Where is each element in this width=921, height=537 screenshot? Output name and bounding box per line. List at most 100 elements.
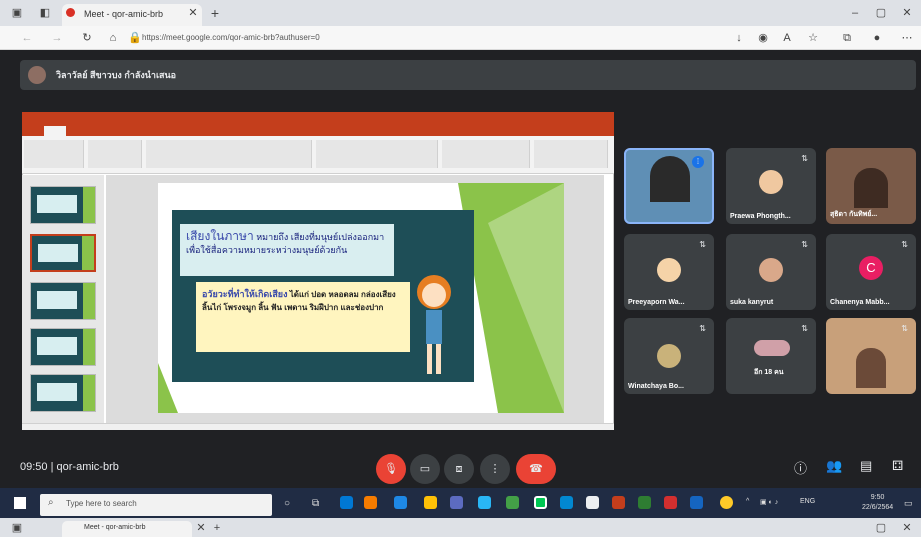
participant-tile[interactable]: ⇅ C Chanenya Mabb... <box>826 234 916 310</box>
edge-icon[interactable] <box>394 496 407 509</box>
participant-tile[interactable]: สุธิดา กันทิพย์... <box>826 148 916 224</box>
tab-title-2: Meet - qor-amic-brb <box>84 524 146 531</box>
others-tile[interactable]: ⇅ อีก 18 คน <box>726 318 816 394</box>
home-icon[interactable]: ⌂ <box>106 31 120 45</box>
thumb-text <box>37 383 77 401</box>
cortana-icon[interactable]: ○ <box>284 498 290 509</box>
app-icon-5[interactable] <box>450 496 463 509</box>
tray-chevron-icon[interactable]: ^ <box>746 498 749 505</box>
thumb-accent <box>83 283 95 319</box>
workspaces-icon[interactable]: ◧ <box>38 6 52 20</box>
others-count: อีก 18 คน <box>754 369 784 376</box>
thumb-text <box>37 337 77 355</box>
url-field[interactable]: https://meet.google.com/qor-amic-brb?aut… <box>142 30 582 46</box>
participant-tile[interactable]: ⁞ <box>624 148 714 224</box>
back-icon[interactable]: ← <box>20 31 34 45</box>
collections-icon[interactable]: ⧉ <box>840 31 854 45</box>
ppt-home-tab <box>44 126 66 136</box>
meeting-code: qor-amic-brb <box>56 461 119 473</box>
read-aloud-icon[interactable]: A <box>780 31 794 45</box>
participant-avatar <box>759 258 783 282</box>
clock-time: 9:50 <box>870 494 885 501</box>
meet-app-icon[interactable] <box>534 496 547 509</box>
microphone-indicator-icon[interactable]: ↓ <box>732 31 746 45</box>
taskbar-search[interactable]: Type here to search <box>40 494 272 516</box>
minimize-icon[interactable]: – <box>848 6 862 20</box>
acrobat-icon[interactable] <box>664 496 677 509</box>
present-button[interactable]: ⧈ <box>444 454 474 484</box>
word-icon[interactable] <box>690 496 703 509</box>
thumb-text <box>37 291 77 309</box>
app-icon-6[interactable] <box>478 496 491 509</box>
app-icon-9[interactable] <box>560 496 573 509</box>
close-tab-icon-2[interactable]: ✕ <box>194 521 208 535</box>
tab-title: Meet - qor-amic-brb <box>84 9 164 19</box>
participant-tile[interactable]: ⇅ <box>826 318 916 394</box>
participant-tile[interactable]: ⇅ suka kanyrut <box>726 234 816 310</box>
profile-icon[interactable]: ● <box>870 31 884 45</box>
participant-tile[interactable]: ⇅ Preeyaporn Wa... <box>624 234 714 310</box>
maximize-icon-2[interactable]: ▢ <box>874 521 888 535</box>
more-options-button[interactable]: ⋮ <box>480 454 510 484</box>
mic-muted-icon: ⇅ <box>801 154 808 163</box>
thumb-accent <box>83 187 95 223</box>
powerpoint-icon[interactable] <box>612 496 625 509</box>
browser-tab-2[interactable]: Meet - qor-amic-brb <box>62 521 192 537</box>
slide-thumbnail <box>30 186 96 224</box>
end-call-button[interactable]: ☎ <box>516 454 556 484</box>
favorite-icon[interactable]: ☆ <box>806 31 820 45</box>
windows-start-icon[interactable] <box>14 497 26 509</box>
mic-toggle-button[interactable]: 🎙 <box>376 454 406 484</box>
camera-indicator-icon[interactable]: ◉ <box>756 31 770 45</box>
slide-thumbnail <box>30 374 96 412</box>
task-view-icon[interactable]: ⧉ <box>312 498 319 509</box>
reload-icon[interactable]: ↻ <box>80 31 94 45</box>
participant-tile[interactable]: ⇅ Praewa Phongth... <box>726 148 816 224</box>
clock-date: 22/6/2564 <box>862 504 894 511</box>
more-icon[interactable]: ⋯ <box>900 31 914 45</box>
window-menu-icon-2[interactable]: ▣ <box>10 521 24 535</box>
notification-icon[interactable]: ▭ <box>904 498 913 509</box>
participant-video <box>854 168 888 208</box>
excel-icon[interactable] <box>638 496 651 509</box>
ppt-clipboard-group <box>24 140 84 168</box>
search-icon: ⌕ <box>48 497 54 508</box>
close-window-icon[interactable]: ✕ <box>900 6 914 20</box>
people-icon[interactable]: 👥 <box>826 458 842 474</box>
participant-avatar: C <box>859 256 883 280</box>
new-tab-button[interactable]: + <box>208 6 222 20</box>
participant-tile[interactable]: ⇅ Winatchaya Bo... <box>624 318 714 394</box>
meeting-time: 09:50 | qor-amic-brb <box>20 461 119 473</box>
recording-dot-icon <box>66 8 75 17</box>
taskbar-clock[interactable]: 9:50 22/6/2564 <box>862 493 893 513</box>
thumb-text <box>37 195 77 213</box>
participant-avatar <box>759 170 783 194</box>
mic-muted-icon: ⇅ <box>699 240 706 249</box>
mic-muted-icon: ⇅ <box>801 240 808 249</box>
taskbar-search-placeholder: Type here to search <box>66 499 137 508</box>
close-tab-icon[interactable]: ✕ <box>186 6 200 20</box>
browser-tab[interactable]: Meet - qor-amic-brb <box>62 4 202 26</box>
mic-muted-icon: ⇅ <box>801 324 808 333</box>
camera-toggle-button[interactable]: ▭ <box>410 454 440 484</box>
language-indicator[interactable]: ENG <box>800 498 815 505</box>
ppt-drawing-group <box>442 140 530 168</box>
participant-name: suka kanyrut <box>730 299 774 306</box>
window-menu-icon[interactable]: ▣ <box>10 6 24 20</box>
file-explorer-icon[interactable] <box>424 496 437 509</box>
forward-icon[interactable]: → <box>50 31 64 45</box>
app-icon-1[interactable] <box>340 496 353 509</box>
slide-thumbnail <box>30 282 96 320</box>
slide-box2-title: อวัยวะที่ทำให้เกิดเสียง <box>202 289 288 299</box>
new-tab-button-2[interactable]: + <box>210 521 224 535</box>
app-icon-2[interactable] <box>364 496 377 509</box>
maximize-icon[interactable]: ▢ <box>874 6 888 20</box>
info-icon[interactable]: ⓘ <box>794 458 807 477</box>
chrome-icon[interactable] <box>506 496 519 509</box>
chat-icon[interactable]: ▤ <box>860 458 872 474</box>
close-window-icon-2[interactable]: ✕ <box>900 521 914 535</box>
weather-icon[interactable] <box>720 496 733 509</box>
app-icon-10[interactable] <box>586 496 599 509</box>
activities-icon[interactable]: ⚃ <box>892 458 903 474</box>
tray-icons[interactable]: ▣ ◐ ♪ <box>760 498 778 506</box>
